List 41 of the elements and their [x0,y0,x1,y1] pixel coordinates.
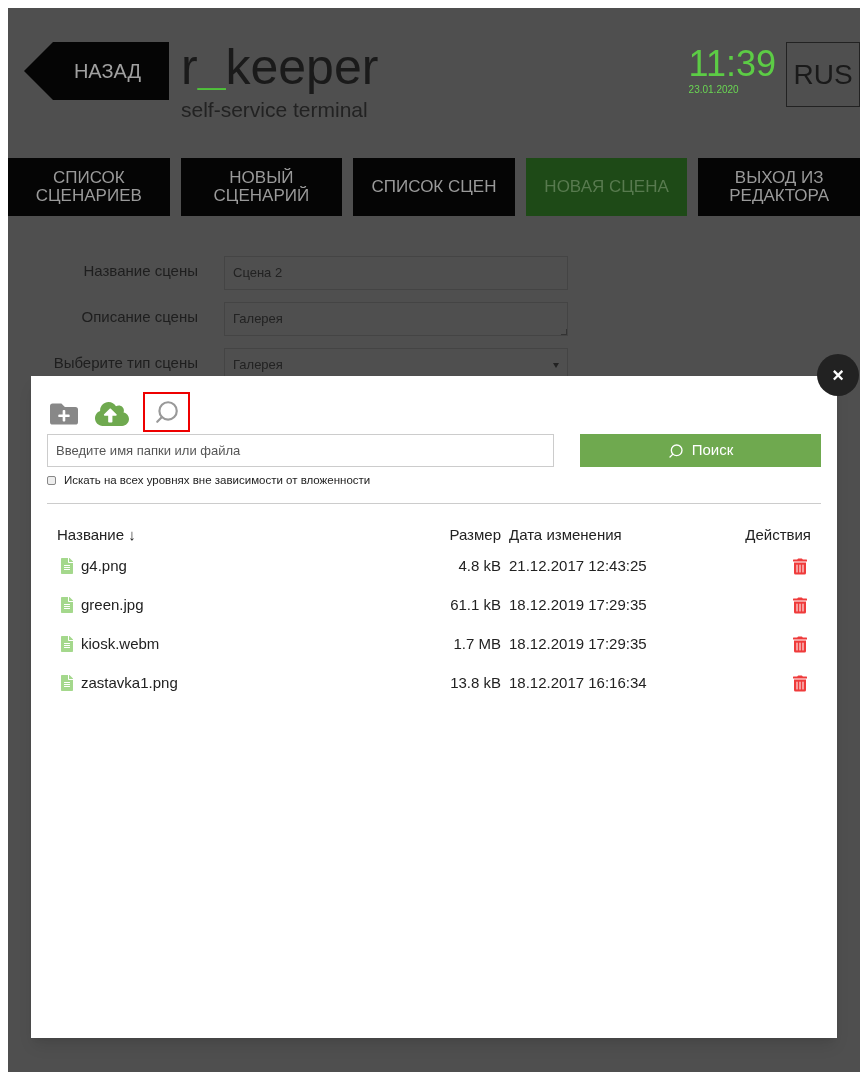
caret-icon [553,362,559,368]
delete-icon[interactable] [793,635,807,653]
file-modified: 18.12.2019 17:29:35 [508,634,648,654]
search-icon [667,442,684,459]
column-header[interactable]: Название ↓ [57,524,437,547]
checkbox[interactable] [47,476,56,486]
file-icon [61,675,73,692]
file-size: 4.8 kB [457,556,501,576]
delete-icon[interactable] [793,596,807,614]
clock-time: 11:39 [688,46,776,82]
clock-date: 23.01.2020 [688,83,739,97]
file-modified: 18.12.2019 17:29:35 [508,595,648,615]
search-field[interactable]: Введите имя папки или файла [47,434,554,467]
nav-tab[interactable]: СПИСОК СЦЕНАРИЕВ [8,158,170,216]
file-icon [61,558,73,575]
file-name[interactable]: g4.png [81,555,127,578]
file-modified: 18.12.2017 16:16:34 [508,673,648,693]
close-button[interactable]: × [817,354,859,396]
file-modified: 21.12.2017 12:43:25 [508,556,648,576]
file-name[interactable]: kiosk.webm [81,633,160,656]
delete-icon[interactable] [793,674,807,692]
nav-tab[interactable]: СПИСОК СЦЕН [353,158,515,216]
nav-tab[interactable]: НОВЫЙ СЦЕНАРИЙ [180,158,343,216]
column-header[interactable]: Действия [701,524,811,547]
checkbox-label: Искать на всех уровнях вне зависимости от вложенности [64,473,371,488]
resize-handle-icon [561,329,567,335]
file-icon [61,636,73,653]
search-toggle-button[interactable] [143,392,190,432]
file-size: 1.7 MB [452,634,501,654]
back-button[interactable]: НАЗАД [24,42,169,100]
file-size: 61.1 kB [449,595,501,615]
file-size: 13.8 kB [449,673,501,693]
delete-icon[interactable] [793,557,807,575]
cloud-upload-icon[interactable] [95,399,129,429]
file-name[interactable]: green.jpg [81,594,144,617]
file-name[interactable]: zastavka1.png [81,672,178,695]
search-icon [153,399,180,425]
file-icon [61,597,73,614]
column-header[interactable]: Дата изменения [501,524,701,547]
nav-tab[interactable]: ВЫХОД ИЗ РЕДАКТОРА [698,158,860,216]
column-header[interactable]: Размер [437,524,501,547]
